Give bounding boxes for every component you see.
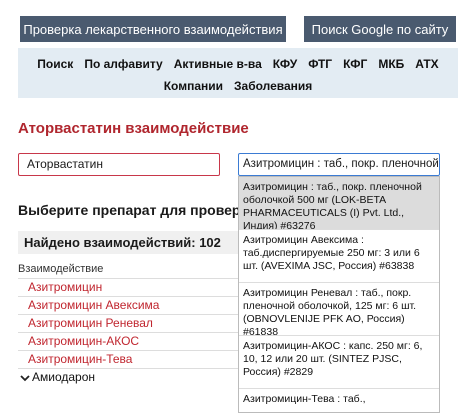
drug2-input[interactable]: Азитромицин : таб., покр. пленочной об xyxy=(238,153,440,176)
dropdown-option[interactable]: Азитромицин-АКОС : капс. 250 мг: 6, 10, … xyxy=(239,336,439,389)
nav-item-kfu[interactable]: КФУ xyxy=(273,57,297,71)
chevron-down-icon[interactable] xyxy=(18,371,32,385)
nav-item-companies[interactable]: Компании xyxy=(164,79,223,93)
result-item[interactable]: Азитромицин-АКОС xyxy=(18,332,240,350)
drug-interaction-check-button[interactable]: Проверка лекарственного взаимодействия xyxy=(20,16,286,42)
nav-item-active-substances[interactable]: Активные в-ва xyxy=(174,57,262,71)
dropdown-option[interactable]: Азитромицин Авексима : таб.диспергируемы… xyxy=(239,230,439,283)
dropdown-option[interactable]: Азитромицин : таб., покр. пленочной обол… xyxy=(239,177,439,230)
drug1-input[interactable]: Аторвастатин xyxy=(18,153,220,176)
nav-item-diseases[interactable]: Заболевания xyxy=(234,79,312,93)
dropdown-option[interactable]: Азитромицин-Тева : таб., xyxy=(239,389,439,412)
select-drug-label: Выберите препарат для проверки xyxy=(18,202,257,218)
result-item[interactable]: Азитромицин Авексима xyxy=(18,296,240,314)
nav-item-search[interactable]: Поиск xyxy=(37,57,73,71)
found-count-bar: Найдено взаимодействий: 102 xyxy=(18,231,240,254)
nav-item-mkb[interactable]: МКБ xyxy=(378,57,404,71)
interaction-column-header: Взаимодействие xyxy=(18,263,104,275)
google-site-search-button[interactable]: Поиск Google по сайту xyxy=(304,16,456,42)
nav-item-alphabet[interactable]: По алфавиту xyxy=(84,57,162,71)
result-item-label: Амиодарон xyxy=(32,370,96,384)
page-title: Аторвастатин взаимодействие xyxy=(18,120,249,137)
nav-item-atc[interactable]: АТХ xyxy=(415,57,438,71)
nav-item-kfg[interactable]: КФГ xyxy=(343,57,367,71)
result-item[interactable]: Азитромицин-Тева xyxy=(18,350,240,368)
main-navigation: Поиск По алфавиту Активные в-ва КФУ ФТГ … xyxy=(18,48,458,98)
dropdown-option[interactable]: Азитромицин Реневал : таб., покр. пленоч… xyxy=(239,283,439,336)
nav-item-ftg[interactable]: ФТГ xyxy=(308,57,332,71)
result-item-expandable[interactable]: Амиодарон xyxy=(18,368,240,386)
autocomplete-dropdown: Азитромицин : таб., покр. пленочной обол… xyxy=(238,176,440,413)
result-item[interactable]: Азитромицин xyxy=(18,278,240,296)
interaction-results-list: Азитромицин Азитромицин Авексима Азитром… xyxy=(18,278,240,386)
result-item[interactable]: Азитромицин Реневал xyxy=(18,314,240,332)
